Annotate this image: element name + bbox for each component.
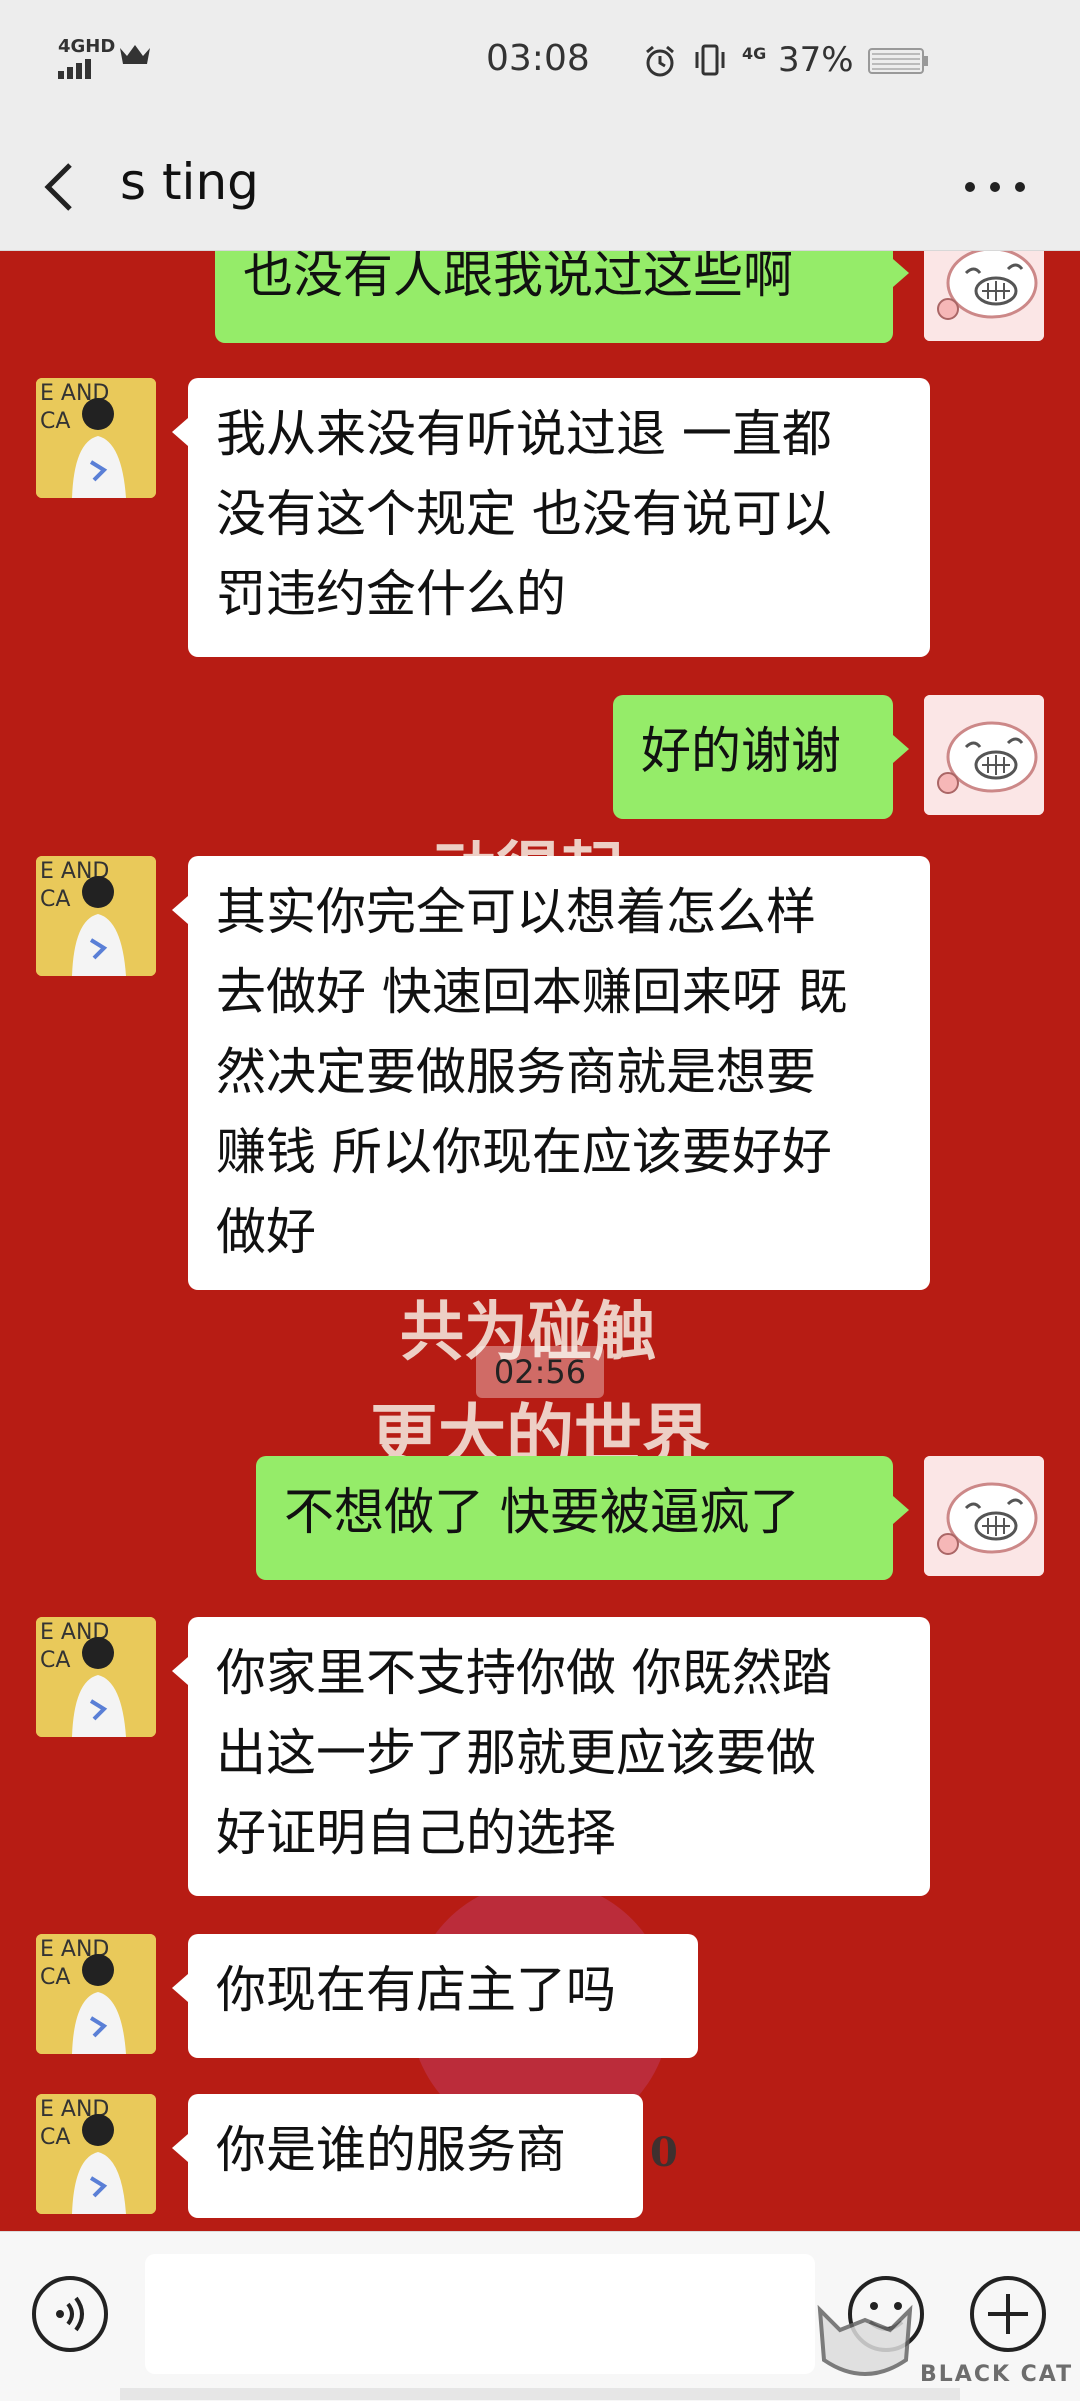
message-timestamp: 02:56 xyxy=(476,1346,604,1398)
person-avatar-icon: E AND CA xyxy=(36,856,156,976)
message-bubble-sent[interactable]: 不想做了 快要被逼疯了 xyxy=(256,1456,909,1580)
svg-text:CA: CA xyxy=(40,887,70,912)
svg-text:CA: CA xyxy=(40,409,70,434)
message-line: 赚钱 所以你现在应该要好好 xyxy=(216,1123,832,1181)
message-text: 你现在有店主了吗 xyxy=(216,1961,616,2019)
svg-text:CA: CA xyxy=(40,1648,70,1673)
my-avatar[interactable] xyxy=(924,695,1044,815)
battery-icon xyxy=(868,48,928,74)
message-bubble-received[interactable]: 你现在有店主了吗 xyxy=(172,1934,698,2058)
person-avatar-icon: E AND CA xyxy=(36,1934,156,2054)
message-line: 罚违约金什么的 xyxy=(216,565,566,623)
message-bubble-received[interactable]: 你是谁的服务商 xyxy=(172,2094,643,2218)
crown-icon xyxy=(120,45,150,64)
vibrate-icon xyxy=(695,44,725,76)
background-stray-digit: 0 xyxy=(650,2129,678,2176)
chat-area[interactable]: 动得起 共为碰触 更大的世界 0 也没有人跟我说过这些啊 E AND CA 我从… xyxy=(0,251,1080,2231)
message-line: 然决定要做服务商就是想要 xyxy=(216,1043,816,1101)
chevron-left-icon[interactable] xyxy=(36,155,86,219)
message-text: 你是谁的服务商 xyxy=(216,2121,566,2179)
message-input[interactable] xyxy=(145,2254,815,2374)
message-text: 也没有人跟我说过这些啊 xyxy=(243,251,793,304)
message-line: 没有这个规定 也没有说可以 xyxy=(216,485,832,543)
message-text: 好的谢谢 xyxy=(641,722,841,780)
message-line: 去做好 快速回本赚回来呀 既 xyxy=(216,963,848,1021)
message-line: 好证明自己的选择 xyxy=(216,1804,616,1862)
svg-text:CA: CA xyxy=(40,1965,70,1990)
person-avatar-icon: E AND CA xyxy=(36,2094,156,2214)
message-bubble-received[interactable]: 其实你完全可以想着怎么样 去做好 快速回本赚回来呀 既 然决定要做服务商就是想要… xyxy=(172,856,930,1290)
person-avatar-icon: E AND CA xyxy=(36,1617,156,1737)
signal-icon: 4GHD xyxy=(58,38,115,79)
black-cat-watermark: BLACK CAT xyxy=(810,2290,1080,2400)
battery-percent: 37% xyxy=(778,40,854,80)
friend-avatar[interactable]: E AND CA xyxy=(36,1934,156,2054)
data-type: 4G xyxy=(742,44,767,63)
network-label: 4GHD xyxy=(58,36,116,57)
pig-avatar-icon xyxy=(924,1456,1044,1576)
cat-logo-icon xyxy=(817,2304,913,2376)
pig-avatar-icon xyxy=(924,695,1044,815)
svg-text:CA: CA xyxy=(40,2125,70,2150)
my-avatar[interactable] xyxy=(924,251,1044,341)
my-avatar[interactable] xyxy=(924,1456,1044,1576)
pig-avatar-icon xyxy=(924,251,1044,341)
message-line: 你家里不支持你做 你既然踏 xyxy=(216,1644,832,1702)
gesture-bar xyxy=(120,2388,960,2400)
friend-avatar[interactable]: E AND CA xyxy=(36,1617,156,1737)
person-avatar-icon: E AND CA xyxy=(36,378,156,498)
status-bar: 4GHD 03:08 4G 37% xyxy=(0,0,1080,125)
more-dots-icon[interactable] xyxy=(960,175,1030,199)
watermark-text: BLACK CAT xyxy=(920,2362,1074,2387)
message-bubble-received[interactable]: 你家里不支持你做 你既然踏 出这一步了那就更应该要做 好证明自己的选择 xyxy=(172,1617,930,1896)
message-bubble-received[interactable]: 我从来没有听说过退 一直都 没有这个规定 也没有说可以 罚违约金什么的 xyxy=(172,378,930,657)
message-bubble-sent[interactable]: 好的谢谢 xyxy=(613,695,909,819)
message-bubble-sent[interactable]: 也没有人跟我说过这些啊 xyxy=(215,251,909,343)
friend-avatar[interactable]: E AND CA xyxy=(36,2094,156,2214)
clock: 03:08 xyxy=(486,38,590,79)
chat-header: s ting xyxy=(0,125,1080,251)
message-line: 做好 xyxy=(216,1203,316,1261)
friend-avatar[interactable]: E AND CA xyxy=(36,856,156,976)
friend-avatar[interactable]: E AND CA xyxy=(36,378,156,498)
message-line: 我从来没有听说过退 一直都 xyxy=(216,405,832,463)
message-line: 出这一步了那就更应该要做 xyxy=(216,1724,816,1782)
message-line: 其实你完全可以想着怎么样 xyxy=(216,883,816,941)
chat-title: s ting xyxy=(120,153,259,211)
voice-icon[interactable] xyxy=(30,2274,110,2354)
message-text: 不想做了 快要被逼疯了 xyxy=(284,1483,800,1541)
alarm-icon xyxy=(646,45,674,77)
